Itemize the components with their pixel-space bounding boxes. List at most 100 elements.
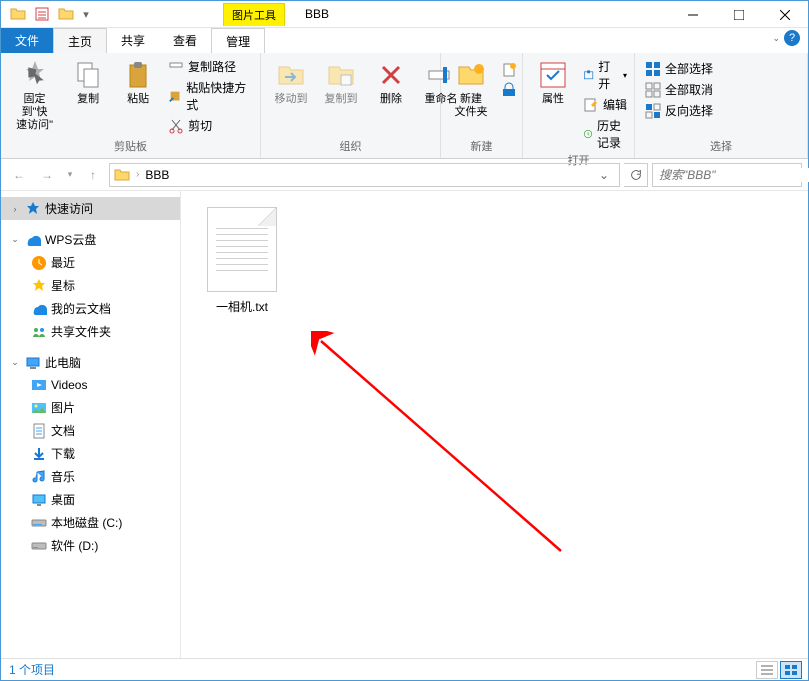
close-button[interactable] [762,1,808,28]
sidebar-shared[interactable]: 共享文件夹 [1,320,180,343]
back-button[interactable]: ← [7,163,31,187]
help-icon[interactable]: ? [784,30,800,46]
recent-dropdown[interactable]: ▾ [63,163,77,187]
quick-access-toolbar: ▾ [1,3,93,25]
sidebar-music[interactable]: 音乐 [1,465,180,488]
qa-folder-icon[interactable] [7,3,29,25]
tab-file[interactable]: 文件 [1,28,53,53]
window-title: BBB [305,7,329,21]
select-none-icon [645,82,661,98]
properties-icon [537,59,569,91]
sidebar-videos[interactable]: Videos [1,374,180,396]
address-bar[interactable]: › BBB ⌄ [109,163,620,187]
properties-button[interactable]: 属性 [529,55,577,110]
qa-new-folder-icon[interactable] [55,3,77,25]
sidebar-quick-access[interactable]: ›快速访问 [1,197,180,220]
disk-icon [31,515,47,531]
copy-button[interactable]: 复制 [64,55,112,110]
tab-home[interactable]: 主页 [53,28,107,53]
open-icon [583,67,594,83]
qa-properties-icon[interactable] [31,3,53,25]
copy-path-button[interactable]: 复制路径 [164,57,254,76]
sidebar-mydocs[interactable]: 我的云文档 [1,297,180,320]
tab-share[interactable]: 共享 [107,28,159,53]
document-icon [31,423,47,439]
invert-selection-button[interactable]: 反向选择 [641,101,717,120]
paste-icon [122,59,154,91]
item-count: 1 个项目 [9,661,55,678]
sidebar-disk-c[interactable]: 本地磁盘 (C:) [1,511,180,534]
paste-button[interactable]: 粘贴 [114,55,162,110]
copy-to-button[interactable]: 复制到 [317,55,365,110]
refresh-button[interactable] [624,163,648,187]
paste-shortcut-button[interactable]: 粘贴快捷方式 [164,78,254,114]
up-button[interactable]: ↑ [81,163,105,187]
new-group-label: 新建 [447,138,516,156]
invert-selection-icon [645,103,661,119]
cloud-doc-icon [31,301,47,317]
sidebar-documents[interactable]: 文档 [1,419,180,442]
clock-icon [31,255,47,271]
history-button[interactable]: 历史记录 [579,116,631,152]
maximize-button[interactable] [716,1,762,28]
disk-icon [31,538,47,554]
ribbon-collapse-icon[interactable]: ⌄ [772,33,780,44]
select-group-label: 选择 [641,138,801,156]
edit-icon [583,97,599,113]
new-folder-button[interactable]: 新建 文件夹 [447,55,495,123]
sidebar: ›快速访问 ⌄WPS云盘 最近 星标 我的云文档 共享文件夹 ⌄此电脑 Vide… [1,191,181,658]
minimize-button[interactable] [670,1,716,28]
breadcrumb[interactable]: BBB [145,168,169,182]
download-icon [31,446,47,462]
sidebar-disk-d[interactable]: 软件 (D:) [1,534,180,557]
tab-view[interactable]: 查看 [159,28,211,53]
select-none-button[interactable]: 全部取消 [641,80,717,99]
icons-view-button[interactable] [780,661,802,679]
wps-icon [25,232,41,248]
content-area[interactable]: 一相机.txt [181,191,808,658]
ribbon-tabs: 文件 主页 共享 查看 管理 ⌄ ? [1,28,808,53]
edit-button[interactable]: 编辑 [579,95,631,114]
easy-access-button[interactable] [497,81,521,99]
copy-to-icon [325,59,357,91]
paste-shortcut-icon [168,88,182,104]
pc-icon [25,355,41,371]
sidebar-recent[interactable]: 最近 [1,251,180,274]
titlebar: ▾ 图片工具 BBB [1,1,808,28]
file-name: 一相机.txt [197,298,287,315]
tab-manage[interactable]: 管理 [211,28,265,53]
sidebar-desktop[interactable]: 桌面 [1,488,180,511]
qa-dropdown[interactable]: ▾ [79,3,93,25]
pin-button[interactable]: 固定到"快 速访问" [7,55,62,136]
cut-button[interactable]: 剪切 [164,116,254,135]
sidebar-downloads[interactable]: 下载 [1,442,180,465]
search-input[interactable] [659,168,809,182]
shared-icon [31,324,47,340]
file-item[interactable]: 一相机.txt [197,207,287,315]
new-item-button[interactable] [497,61,521,79]
clipboard-group-label: 剪贴板 [7,138,254,156]
sidebar-this-pc[interactable]: ⌄此电脑 [1,351,180,374]
star-icon [31,278,47,294]
delete-button[interactable]: 删除 [367,55,415,110]
sidebar-wps[interactable]: ⌄WPS云盘 [1,228,180,251]
music-icon [31,469,47,485]
copy-path-icon [168,59,184,75]
details-view-button[interactable] [756,661,778,679]
organize-group-label: 组织 [267,138,434,156]
copy-icon [72,59,104,91]
search-box[interactable] [652,163,802,187]
open-button[interactable]: 打开▾ [579,57,631,93]
picture-icon [31,400,47,416]
sidebar-star[interactable]: 星标 [1,274,180,297]
address-dropdown[interactable]: ⌄ [593,168,615,182]
sidebar-pictures[interactable]: 图片 [1,396,180,419]
forward-button[interactable]: → [35,163,59,187]
move-to-icon [275,59,307,91]
select-all-button[interactable]: 全部选择 [641,59,717,78]
navbar: ← → ▾ ↑ › BBB ⌄ [1,159,808,191]
contextual-tab: 图片工具 [223,3,285,26]
easy-access-icon [501,82,517,98]
move-to-button[interactable]: 移动到 [267,55,315,110]
text-file-icon [207,207,277,292]
